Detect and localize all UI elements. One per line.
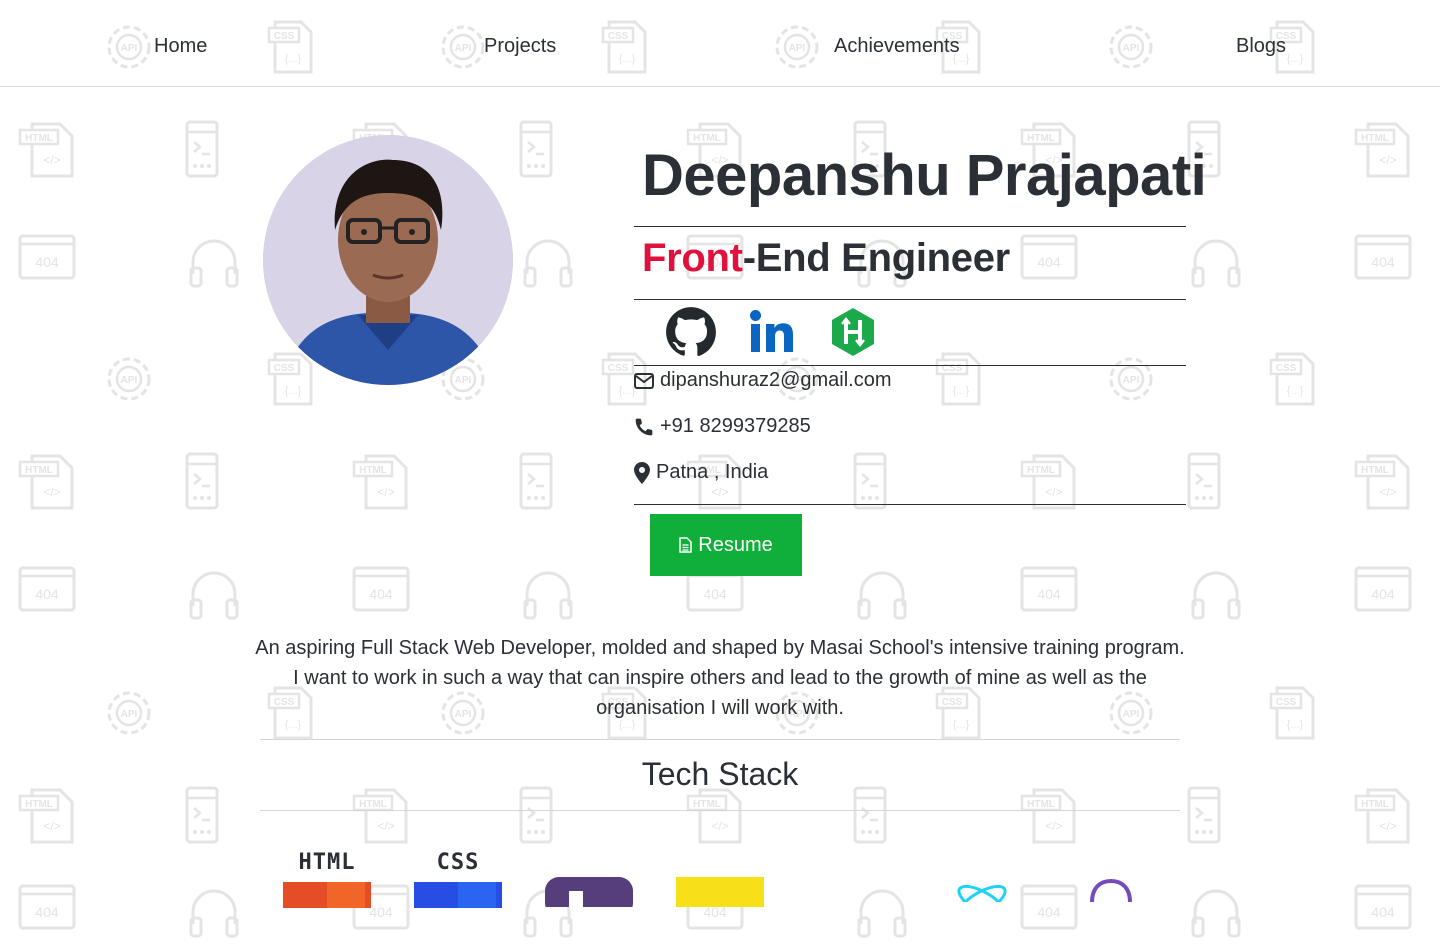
bootstrap-icon (545, 877, 633, 917)
svg-text:404: 404 (1037, 904, 1061, 920)
role-accent: Front (642, 236, 743, 280)
linkedin-icon[interactable] (746, 306, 798, 358)
divider (634, 504, 1186, 505)
divider (634, 299, 1186, 300)
contact-email: dipanshuraz2@gmail.com (634, 369, 892, 392)
envelope-icon (634, 372, 654, 389)
email-text: dipanshuraz2@gmail.com (660, 369, 892, 391)
phone-icon (635, 418, 653, 435)
github-icon[interactable] (665, 306, 717, 358)
role-rest: -End Engineer (742, 236, 1011, 280)
location-text: Patna , India (656, 461, 769, 483)
css-label: CSS (436, 850, 480, 875)
main-content: Deepanshu Prajapati Front-End Engineer d… (0, 0, 1440, 920)
javascript-icon (676, 877, 764, 912)
hackerrank-icon[interactable] (827, 306, 879, 358)
resume-button[interactable]: Resume (650, 514, 802, 576)
tech-stack-title: Tech Stack (641, 756, 799, 792)
react-icon (952, 878, 1012, 920)
svg-text:404: 404 (35, 904, 59, 920)
divider (634, 226, 1186, 227)
phone-text: +91 8299379285 (660, 415, 811, 437)
contact-phone: +91 8299379285 (634, 415, 811, 438)
divider (260, 739, 1180, 740)
html5-icon: HTML (283, 850, 371, 913)
file-icon (679, 537, 692, 553)
resume-label: Resume (698, 533, 773, 556)
profile-avatar (263, 135, 513, 385)
bio-text: An aspiring Full Stack Web Developer, mo… (255, 637, 1185, 719)
redux-icon (1086, 878, 1136, 907)
profile-name: Deepanshu Prajapati (642, 143, 1207, 208)
contact-location: Patna , India (634, 461, 768, 484)
divider (260, 810, 1180, 811)
map-marker-icon (634, 461, 650, 484)
css3-icon: CSS (414, 850, 502, 913)
divider (634, 365, 1186, 366)
profile-role: Front-End Engineer (642, 236, 1010, 281)
html-label: HTML (298, 850, 356, 875)
svg-text:404: 404 (1371, 904, 1395, 920)
svg-text:404: 404 (369, 904, 393, 920)
